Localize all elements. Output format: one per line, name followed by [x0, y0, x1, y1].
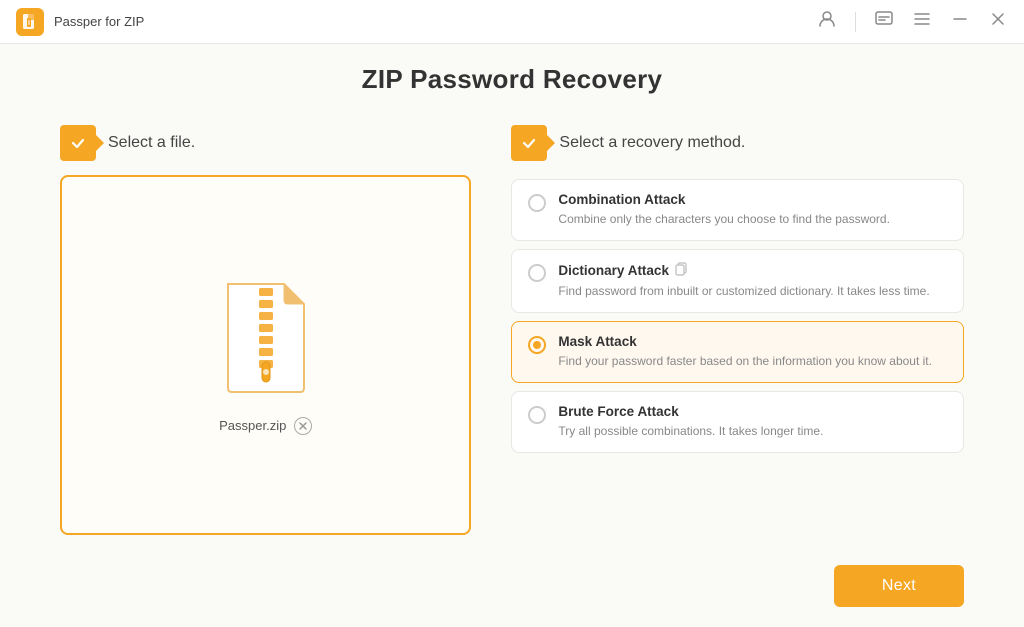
method-mask-desc: Find your password faster based on the i…: [558, 352, 947, 370]
dictionary-copy-icon[interactable]: [675, 262, 689, 279]
divider: [855, 12, 856, 32]
method-list: Combination Attack Combine only the char…: [511, 179, 964, 453]
account-icon[interactable]: [817, 9, 837, 34]
method-dictionary-info: Dictionary Attack Find password from inb…: [558, 262, 947, 300]
method-dictionary-desc: Find password from inbuilt or customized…: [558, 282, 947, 300]
method-combination-desc: Combine only the characters you choose t…: [558, 210, 947, 228]
radio-dictionary[interactable]: [528, 264, 546, 282]
right-section-title: Select a recovery method.: [559, 134, 745, 152]
bottom-bar: Next: [0, 565, 1024, 627]
zip-file-icon-wrapper: [216, 276, 316, 401]
message-icon[interactable]: [874, 9, 894, 34]
title-bar-controls: [817, 9, 1008, 34]
method-brute[interactable]: Brute Force Attack Try all possible comb…: [511, 391, 964, 453]
file-drop-zone[interactable]: Passper.zip: [60, 175, 471, 535]
page-title: ZIP Password Recovery: [60, 64, 964, 95]
step2-check-badge: [511, 125, 547, 161]
left-panel: Select a file.: [60, 125, 471, 535]
app-icon: [16, 8, 44, 36]
method-dictionary-name: Dictionary Attack: [558, 262, 947, 279]
method-brute-name: Brute Force Attack: [558, 404, 947, 419]
remove-file-button[interactable]: [294, 417, 312, 435]
radio-brute[interactable]: [528, 406, 546, 424]
minimize-icon[interactable]: [950, 9, 970, 34]
two-panel-layout: Select a file.: [60, 125, 964, 535]
right-section-header: Select a recovery method.: [511, 125, 964, 161]
method-brute-desc: Try all possible combinations. It takes …: [558, 422, 947, 440]
method-combination-name: Combination Attack: [558, 192, 947, 207]
menu-icon[interactable]: [912, 9, 932, 34]
left-section-header: Select a file.: [60, 125, 471, 161]
method-mask[interactable]: Mask Attack Find your password faster ba…: [511, 321, 964, 383]
main-content: ZIP Password Recovery Select a file.: [0, 44, 1024, 565]
method-mask-name: Mask Attack: [558, 334, 947, 349]
close-icon[interactable]: [988, 9, 1008, 34]
app-title: Passper for ZIP: [54, 14, 144, 29]
next-button[interactable]: Next: [834, 565, 964, 607]
radio-mask[interactable]: [528, 336, 546, 354]
method-mask-info: Mask Attack Find your password faster ba…: [558, 334, 947, 370]
right-panel: Select a recovery method. Combination At…: [511, 125, 964, 535]
left-section-title: Select a file.: [108, 134, 195, 152]
method-brute-info: Brute Force Attack Try all possible comb…: [558, 404, 947, 440]
title-bar-left: Passper for ZIP: [16, 8, 144, 36]
file-name: Passper.zip: [219, 418, 286, 433]
method-combination-info: Combination Attack Combine only the char…: [558, 192, 947, 228]
method-combination[interactable]: Combination Attack Combine only the char…: [511, 179, 964, 241]
method-dictionary[interactable]: Dictionary Attack Find password from inb…: [511, 249, 964, 313]
file-name-row: Passper.zip: [219, 417, 312, 435]
step1-check-badge: [60, 125, 96, 161]
title-bar: Passper for ZIP: [0, 0, 1024, 44]
radio-combination[interactable]: [528, 194, 546, 212]
